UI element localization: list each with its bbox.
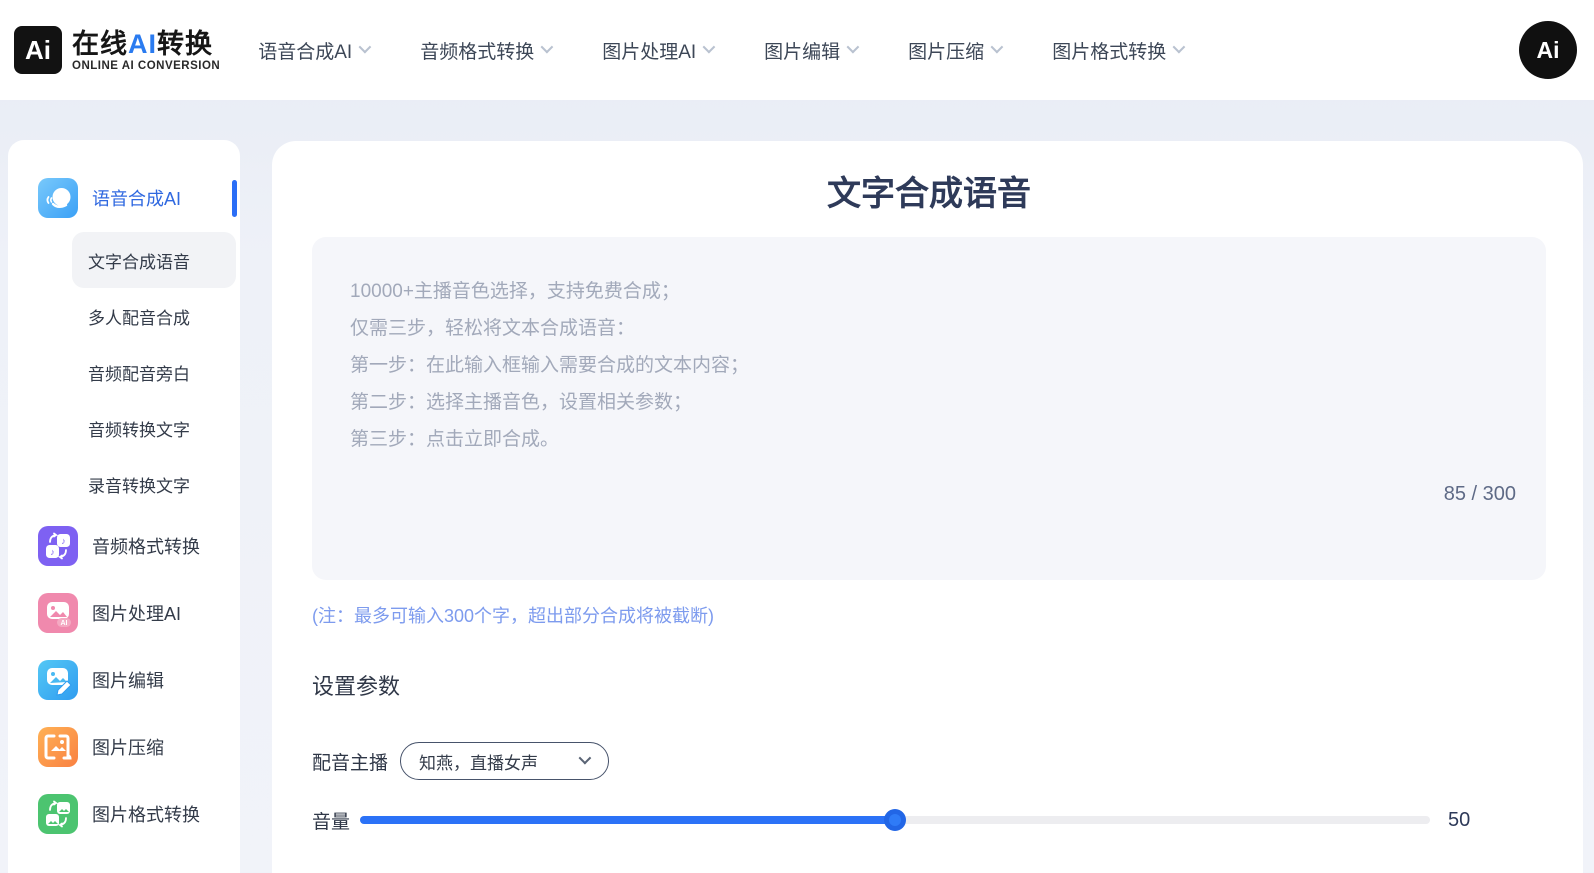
image-edit-icon — [38, 660, 78, 700]
sidebar-item-voice-synthesis[interactable]: 语音合成AI — [38, 178, 240, 218]
placeholder-line: 仅需三步，轻松将文本合成语音： — [350, 310, 1508, 347]
voice-select-value: 知燕，直播女声 — [419, 749, 538, 774]
placeholder-line: 第三步：点击立即合成。 — [350, 421, 1508, 458]
user-avatar[interactable]: Ai — [1519, 21, 1577, 79]
svg-text:♪: ♪ — [61, 536, 66, 546]
sidebar-item-image-edit[interactable]: 图片编辑 — [38, 660, 240, 700]
volume-label: 音量 — [312, 807, 360, 834]
chevron-down-icon — [541, 41, 554, 54]
sidebar-item-multi-voice[interactable]: 多人配音合成 — [72, 288, 236, 344]
volume-value: 50 — [1448, 809, 1470, 832]
placeholder-line: 第一步：在此输入框输入需要合成的文本内容； — [350, 347, 1508, 384]
voice-select-row: 配音主播 知燕，直播女声 — [312, 742, 1546, 780]
volume-slider[interactable] — [360, 809, 1430, 831]
svg-text:♪: ♪ — [50, 547, 55, 557]
chevron-down-icon — [991, 41, 1004, 54]
brand-logo-icon: Ai — [14, 26, 62, 74]
volume-row: 音量 50 — [312, 801, 1546, 839]
active-section-indicator — [232, 180, 237, 217]
brand-text: 在线AI转换 ONLINE AI CONVERSION — [72, 29, 220, 72]
image-format-icon — [38, 794, 78, 834]
sidebar-item-text-to-speech[interactable]: 文字合成语音 — [72, 232, 236, 288]
sidebar-item-audio-to-text[interactable]: 音频转换文字 — [72, 400, 236, 456]
sidebar-item-image-compress[interactable]: 图片压缩 — [38, 727, 240, 767]
sidebar-item-image-format[interactable]: 图片格式转换 — [38, 794, 240, 834]
nav-item-image-ai[interactable]: 图片处理AI — [602, 37, 712, 64]
slider-fill — [360, 816, 895, 824]
voice-synthesis-icon — [38, 178, 78, 218]
top-header: Ai 在线AI转换 ONLINE AI CONVERSION 语音合成AI 音频… — [0, 0, 1594, 100]
sidebar-item-audio-format[interactable]: ♪ ♪ 音频格式转换 — [38, 526, 240, 566]
brand-title: 在线AI转换 — [72, 29, 220, 59]
svg-text:AI: AI — [61, 620, 68, 627]
main-panel: 文字合成语音 10000+主播音色选择，支持免费合成； 仅需三步，轻松将文本合成… — [272, 141, 1583, 873]
main-nav: 语音合成AI 音频格式转换 图片处理AI 图片编辑 图片压缩 图片格式转换 — [258, 37, 1182, 64]
settings-heading: 设置参数 — [312, 672, 1546, 702]
brand-subtitle: ONLINE AI CONVERSION — [72, 60, 220, 72]
audio-format-icon: ♪ ♪ — [38, 526, 78, 566]
image-compress-icon — [38, 727, 78, 767]
slider-handle[interactable] — [884, 809, 906, 831]
nav-item-image-compress[interactable]: 图片压缩 — [908, 37, 1000, 64]
chevron-down-icon — [1173, 41, 1186, 54]
voice-select-dropdown[interactable]: 知燕，直播女声 — [400, 742, 609, 780]
chevron-down-icon — [359, 41, 372, 54]
nav-item-image-edit[interactable]: 图片编辑 — [764, 37, 856, 64]
input-limit-note: (注：最多可输入300个字，超出部分合成将被截断) — [312, 604, 1546, 628]
voice-select-label: 配音主播 — [312, 748, 388, 775]
page-title: 文字合成语音 — [312, 172, 1546, 216]
brand-badge-text: Ai — [25, 35, 51, 66]
chevron-down-icon — [847, 41, 860, 54]
text-input-area[interactable]: 10000+主播音色选择，支持免费合成； 仅需三步，轻松将文本合成语音： 第一步… — [312, 237, 1546, 580]
char-counter: 85 / 300 — [1444, 483, 1516, 506]
sidebar-item-image-ai[interactable]: AI 图片处理AI — [38, 593, 240, 633]
placeholder-line: 10000+主播音色选择，支持免费合成； — [350, 273, 1508, 310]
chevron-down-icon — [703, 41, 716, 54]
brand-logo[interactable]: Ai 在线AI转换 ONLINE AI CONVERSION — [14, 26, 220, 74]
nav-item-audio-format[interactable]: 音频格式转换 — [420, 37, 550, 64]
image-ai-icon: AI — [38, 593, 78, 633]
chevron-down-icon — [579, 751, 592, 764]
sidebar-item-audio-dubbing[interactable]: 音频配音旁白 — [72, 344, 236, 400]
nav-item-voice-synthesis[interactable]: 语音合成AI — [258, 37, 368, 64]
placeholder-line: 第二步：选择主播音色，设置相关参数； — [350, 384, 1508, 421]
nav-item-image-format[interactable]: 图片格式转换 — [1052, 37, 1182, 64]
sidebar-item-recording-to-text[interactable]: 录音转换文字 — [72, 456, 236, 512]
sidebar: 语音合成AI 文字合成语音 多人配音合成 音频配音旁白 音频转换文字 录音转换文… — [8, 140, 240, 873]
